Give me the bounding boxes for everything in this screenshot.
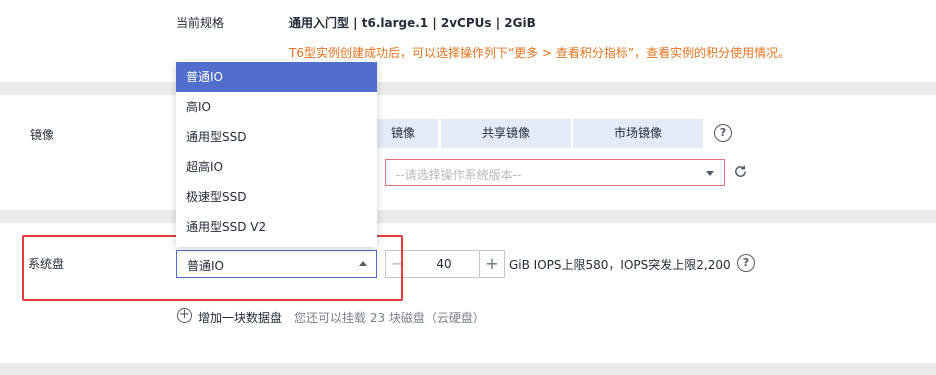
dropdown-option[interactable]: 极速型SSD <box>176 182 377 212</box>
increase-size-button[interactable]: + <box>479 250 505 278</box>
add-data-disk-link[interactable]: 增加一块数据盘 <box>198 309 282 326</box>
spec-label: 当前规格 <box>176 16 225 30</box>
dropdown-option[interactable]: 高IO <box>176 92 377 122</box>
tab-market-image[interactable]: 市场镜像 <box>573 119 703 148</box>
help-icon[interactable]: ? <box>714 124 732 142</box>
os-version-placeholder: --请选择操作系统版本-- <box>396 168 522 182</box>
disk-size-input[interactable]: 40 <box>410 250 478 278</box>
spec-value: 通用入门型 | t6.large.1 | 2vCPUs | 2GiB <box>289 16 536 30</box>
image-panel <box>0 95 936 210</box>
disk-type-dropdown: 普通IO 高IO 通用型SSD 超高IO 极速型SSD 通用型SSD V2 <box>176 61 377 247</box>
spec-note: T6型实例创建成功后，可以选择操作列下“更多 > 查看积分指标”，查看实例的积分… <box>289 46 791 60</box>
iops-limit-text: GiB IOPS上限580，IOPS突发上限2,200 <box>509 258 731 272</box>
refresh-icon[interactable] <box>733 164 748 179</box>
help-icon[interactable]: ? <box>737 254 755 272</box>
add-circle-icon[interactable]: + <box>177 308 192 323</box>
os-version-select[interactable]: --请选择操作系统版本-- <box>385 159 725 186</box>
tab-shared-image[interactable]: 共享镜像 <box>441 119 571 148</box>
dropdown-option[interactable]: 超高IO <box>176 152 377 182</box>
chevron-down-icon <box>706 171 714 176</box>
dropdown-option[interactable]: 普通IO <box>176 62 377 92</box>
add-disk-note: 您还可以挂载 23 块磁盘（云硬盘） <box>294 311 485 325</box>
image-label: 镜像 <box>30 128 55 142</box>
spec-panel <box>0 0 936 82</box>
dropdown-option[interactable]: 通用型SSD V2 <box>176 212 377 242</box>
dropdown-option[interactable]: 通用型SSD <box>176 122 377 152</box>
